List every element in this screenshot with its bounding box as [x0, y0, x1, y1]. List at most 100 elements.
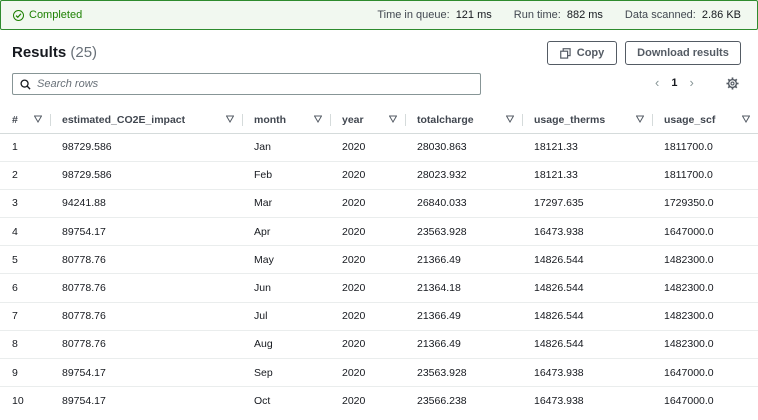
- table-cell: 1647000.0: [652, 358, 758, 388]
- gear-icon[interactable]: [726, 77, 739, 90]
- table-cell: May: [242, 245, 330, 275]
- results-count: (25): [70, 44, 98, 61]
- table-cell: Mar: [242, 189, 330, 219]
- current-page[interactable]: 1: [671, 77, 677, 89]
- table-cell: 89754.17: [62, 395, 106, 408]
- table-cell: 16473.938: [522, 217, 652, 247]
- data-scanned-stat: Data scanned: 2.86 KB: [625, 9, 741, 21]
- status-completed: Completed: [13, 9, 82, 21]
- chevron-left-icon[interactable]: ‹: [655, 76, 659, 89]
- copy-icon: [559, 47, 571, 59]
- table-cell: 2020: [330, 217, 405, 247]
- table-cell: 1811700.0: [652, 161, 758, 190]
- table-cell: Aug: [242, 330, 330, 360]
- caret-down-icon[interactable]: [506, 115, 514, 123]
- column-header-year[interactable]: year: [330, 107, 405, 134]
- table-cell: 1729350.0: [652, 189, 758, 219]
- query-status-bar: Completed Time in queue: 121 ms Run time…: [0, 0, 758, 30]
- table-cell: 23563.928: [405, 217, 522, 247]
- table-cell: 10: [12, 395, 24, 408]
- table-row: 8 80778.76 Aug 2020 21366.49 14826.544 1482300…: [0, 330, 758, 360]
- table-cell: 80778.76: [50, 245, 242, 275]
- table-cell: 1482300.0: [652, 330, 758, 360]
- table-cell: 17297.635: [522, 189, 652, 219]
- table-cell: 80778.76: [50, 273, 242, 303]
- query-stats: Time in queue: 121 ms Run time: 882 ms D…: [355, 9, 741, 21]
- download-results-button[interactable]: Download results: [625, 41, 741, 65]
- caret-down-icon[interactable]: [314, 115, 322, 123]
- table-cell: 21366.49: [405, 302, 522, 331]
- caret-down-icon[interactable]: [636, 115, 644, 123]
- table-cell: 8: [0, 330, 50, 360]
- table-cell: 2020: [330, 189, 405, 219]
- data-scanned-label: Data scanned:: [624, 9, 696, 21]
- table-cell: 2020: [330, 302, 405, 331]
- table-cell: Oct: [254, 395, 271, 408]
- table-cell: 14826.544: [522, 302, 652, 331]
- table-cell: 26840.033: [405, 189, 522, 219]
- table-cell: 1647000.0: [652, 217, 758, 247]
- table-cell: 28023.932: [405, 161, 522, 190]
- results-table: # estimated_CO2E_impact month year total…: [0, 107, 758, 415]
- table-cell: Feb: [242, 161, 330, 190]
- caret-down-icon[interactable]: [389, 115, 397, 123]
- table-cell: 2020: [330, 161, 405, 190]
- table-cell: 2: [0, 161, 50, 190]
- table-cell: 2020: [330, 245, 405, 275]
- queue-time-label: Time in queue:: [377, 9, 450, 21]
- table-cell: 98729.586: [50, 133, 242, 162]
- caret-down-icon[interactable]: [742, 115, 750, 123]
- search-rows-box[interactable]: [12, 73, 481, 95]
- table-cell: 14826.544: [522, 330, 652, 360]
- table-row: 10 89754.17 Oct 2020 23566.238 16473.938 16470…: [0, 387, 758, 415]
- status-label: Completed: [29, 9, 83, 21]
- table-row: 6 80778.76 Jun 2020 21364.18 14826.544 1482300…: [0, 273, 758, 303]
- column-header-usage-therms[interactable]: usage_therms: [522, 107, 652, 134]
- table-cell: 89754.17: [50, 358, 242, 388]
- table-cell: 7: [0, 302, 50, 331]
- run-time-value: 882 ms: [566, 9, 603, 21]
- table-cell: 2020: [342, 395, 366, 408]
- table-cell: Apr: [242, 217, 330, 247]
- table-row: 7 80778.76 Jul 2020 21366.49 14826.544 1482300…: [0, 302, 758, 331]
- check-circle-icon: [13, 9, 24, 21]
- caret-down-icon[interactable]: [226, 115, 234, 123]
- copy-button-label: Copy: [576, 47, 605, 59]
- run-time-label: Run time:: [513, 9, 561, 21]
- table-cell: 98729.586: [50, 161, 242, 190]
- table-cell: 94241.88: [50, 189, 242, 219]
- table-cell: 14826.544: [522, 245, 652, 275]
- table-cell: 2020: [330, 330, 405, 360]
- table-cell: 28030.863: [405, 133, 522, 162]
- search-icon: [20, 78, 31, 90]
- column-header-usage-scf[interactable]: usage_scf: [652, 107, 758, 134]
- download-button-label: Download results: [637, 47, 729, 59]
- table-cell: 80778.76: [50, 330, 242, 360]
- table-cell: 1: [0, 133, 50, 162]
- table-row: 3 94241.88 Mar 2020 26840.033 17297.635 172935…: [0, 189, 758, 219]
- search-input[interactable]: [37, 78, 457, 90]
- pagination: ‹ 1 ›: [655, 76, 694, 89]
- table-cell: 1482300.0: [652, 302, 758, 331]
- column-header-totalcharge[interactable]: totalcharge: [405, 107, 522, 134]
- caret-down-icon[interactable]: [34, 115, 42, 123]
- table-cell: 80778.76: [50, 302, 242, 331]
- table-row: 1 98729.586 Jan 2020 28030.863 18121.33 181170…: [0, 133, 758, 162]
- table-cell: 1811700.0: [652, 133, 758, 162]
- table-cell: Jun: [242, 273, 330, 303]
- table-cell: 23566.238: [417, 395, 467, 408]
- table-row: 4 89754.17 Apr 2020 23563.928 16473.938 164700…: [0, 217, 758, 247]
- table-cell: 18121.33: [522, 133, 652, 162]
- column-header-index[interactable]: #: [0, 107, 50, 134]
- column-header-month[interactable]: month: [242, 107, 330, 134]
- table-cell: 1482300.0: [652, 273, 758, 303]
- column-header-co2e[interactable]: estimated_CO2E_impact: [50, 107, 242, 134]
- table-cell: 2020: [330, 358, 405, 388]
- table-cell: 6: [0, 273, 50, 303]
- chevron-right-icon[interactable]: ›: [689, 76, 693, 89]
- table-row: 9 89754.17 Sep 2020 23563.928 16473.938 164700…: [0, 358, 758, 388]
- table-cell: 21366.49: [405, 245, 522, 275]
- copy-button[interactable]: Copy: [547, 41, 617, 65]
- table-cell: 16473.938: [534, 395, 584, 408]
- results-table-body: 1 98729.586 Jan 2020 28030.863 18121.33 181170…: [0, 133, 758, 415]
